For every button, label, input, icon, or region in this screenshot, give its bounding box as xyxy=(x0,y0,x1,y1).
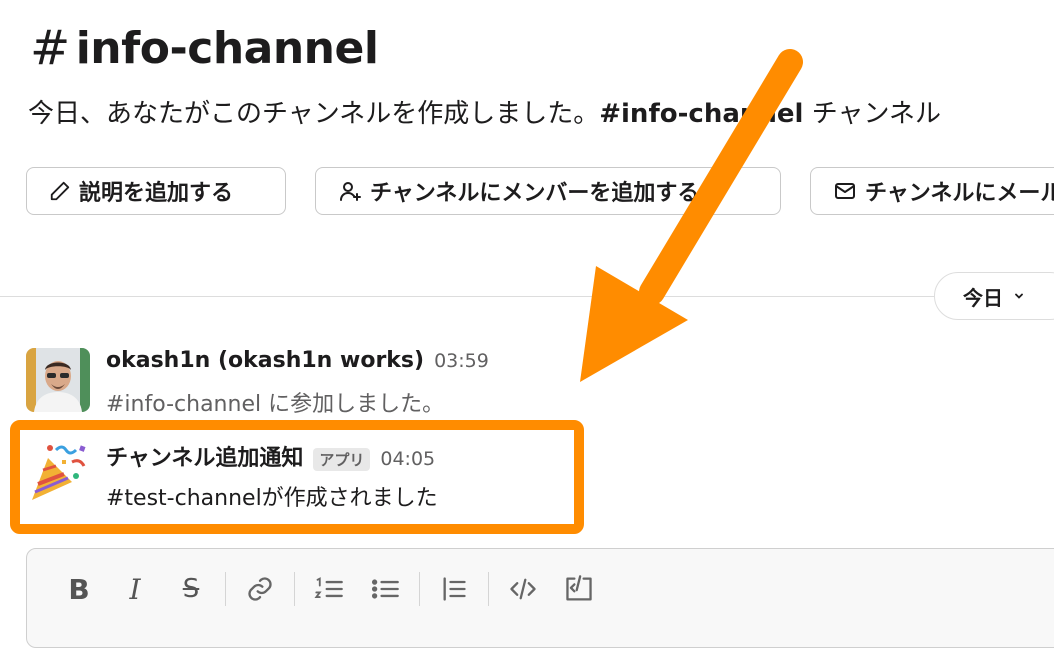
blockquote-icon[interactable] xyxy=(426,569,482,609)
message-timestamp[interactable]: 03:59 xyxy=(434,350,489,372)
link-icon[interactable] xyxy=(232,569,288,609)
add-user-icon xyxy=(340,182,361,201)
intro-prefix: 今日、あなたがこのチャンネルを作成しました。 xyxy=(28,99,600,129)
channel-intro: 今日、あなたがこのチャンネルを作成しました。#info-channel チャンネ… xyxy=(28,94,1054,134)
annotation-highlight-box xyxy=(10,420,584,534)
toolbar-divider xyxy=(294,572,295,606)
intro-suffix: チャンネル xyxy=(803,99,941,129)
chevron-down-icon xyxy=(1015,293,1023,299)
italic-icon[interactable]: I xyxy=(107,569,163,609)
ordered-list-icon[interactable] xyxy=(301,569,357,609)
channel-title: # info-channel xyxy=(30,18,379,78)
message-header: okash1n (okash1n works) 03:59 xyxy=(106,348,489,373)
code-icon[interactable] xyxy=(495,569,551,609)
date-divider xyxy=(0,296,1054,297)
toolbar-divider xyxy=(225,572,226,606)
date-jump-button[interactable]: 今日 xyxy=(934,272,1054,320)
message-item: okash1n (okash1n works) 03:59 #info-chan… xyxy=(26,348,1054,418)
formatting-toolbar: B I S xyxy=(51,569,607,609)
add-description-button[interactable]: 説明を追加する xyxy=(26,167,286,215)
email-channel-label: チャンネルにメール xyxy=(865,181,1054,206)
toolbar-divider xyxy=(488,572,489,606)
intro-channel-link[interactable]: #info-channel xyxy=(599,99,803,129)
email-icon xyxy=(835,183,855,199)
pencil-icon xyxy=(50,181,70,201)
strikethrough-icon[interactable]: S xyxy=(163,569,219,609)
channel-hash-icon: # xyxy=(30,20,70,76)
bulleted-list-icon[interactable] xyxy=(357,569,413,609)
add-description-label: 説明を追加する xyxy=(79,181,234,206)
channel-name: info-channel xyxy=(75,22,379,74)
user-avatar[interactable] xyxy=(26,348,90,412)
sender-name[interactable]: okash1n (okash1n works) xyxy=(106,348,424,373)
add-members-button[interactable]: チャンネルにメンバーを追加する xyxy=(315,167,781,215)
code-block-icon[interactable] xyxy=(551,569,607,609)
toolbar-divider xyxy=(419,572,420,606)
message-composer[interactable]: B I S xyxy=(26,548,1054,648)
add-members-label: チャンネルにメンバーを追加する xyxy=(370,181,700,206)
bold-icon[interactable]: B xyxy=(51,569,107,609)
email-channel-button[interactable]: チャンネルにメール xyxy=(810,167,1054,215)
message-text: #info-channel に参加しました。 xyxy=(106,392,445,417)
date-label: 今日 xyxy=(963,285,1003,310)
